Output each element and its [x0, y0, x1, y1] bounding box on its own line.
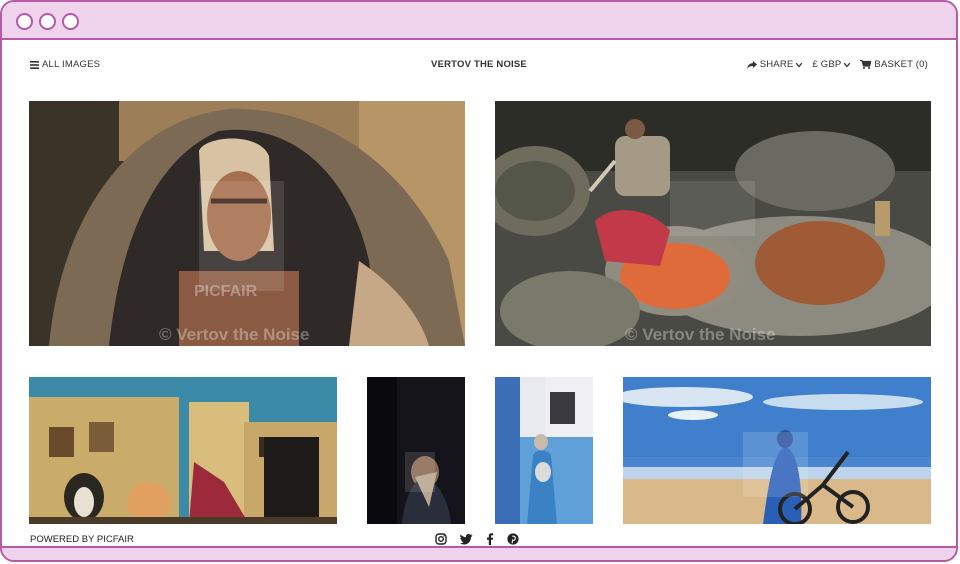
- cart-icon: [860, 60, 872, 69]
- share-arrow-icon: [746, 60, 757, 69]
- pinterest-icon[interactable]: [507, 533, 519, 545]
- currency-label: £ GBP: [812, 59, 842, 70]
- window-control-maximize[interactable]: [62, 13, 79, 30]
- photo-blue-street: [495, 377, 593, 524]
- instagram-icon[interactable]: [435, 533, 447, 545]
- window-control-close[interactable]: [16, 13, 33, 30]
- gallery-photo-1[interactable]: PICFAIR © Vertov the Noise: [29, 101, 465, 346]
- photo-man-blanket: [29, 101, 465, 346]
- photo-tannery: [495, 101, 931, 346]
- photo-desert-motorbike: [623, 377, 931, 524]
- gallery-photo-3[interactable]: [29, 377, 337, 524]
- share-label: SHARE: [759, 59, 794, 70]
- window-control-minimize[interactable]: [39, 13, 56, 30]
- chevron-down-icon: [796, 62, 803, 67]
- browser-window: ALL IMAGES VERTOV THE NOISE SHARE £ GBP: [0, 0, 958, 562]
- basket-link[interactable]: BASKET (0): [860, 59, 928, 70]
- gallery-photo-5[interactable]: [495, 377, 593, 524]
- social-links: [435, 533, 519, 545]
- gallery-photo-2[interactable]: © Vertov the Noise: [495, 101, 931, 346]
- chevron-down-icon: [844, 62, 851, 67]
- watermark-credit: © Vertov the Noise: [625, 325, 776, 344]
- watermark-brand: PICFAIR: [194, 283, 258, 300]
- window-bottom-bar: [2, 546, 956, 560]
- currency-selector[interactable]: £ GBP: [812, 59, 851, 70]
- gallery-photo-4[interactable]: [367, 377, 465, 524]
- share-menu[interactable]: SHARE: [746, 59, 803, 70]
- top-nav: ALL IMAGES VERTOV THE NOISE SHARE £ GBP: [30, 59, 928, 73]
- powered-by-link[interactable]: POWERED BY PICFAIR: [30, 534, 134, 545]
- window-titlebar: [2, 2, 956, 40]
- basket-label: BASKET (0): [874, 59, 928, 70]
- watermark-credit: © Vertov the Noise: [159, 325, 310, 344]
- twitter-icon[interactable]: [460, 533, 473, 545]
- facebook-icon[interactable]: [486, 533, 494, 545]
- photo-shadow-figure: [367, 377, 465, 524]
- photo-street-cats: [29, 377, 337, 524]
- gallery-photo-6[interactable]: [623, 377, 931, 524]
